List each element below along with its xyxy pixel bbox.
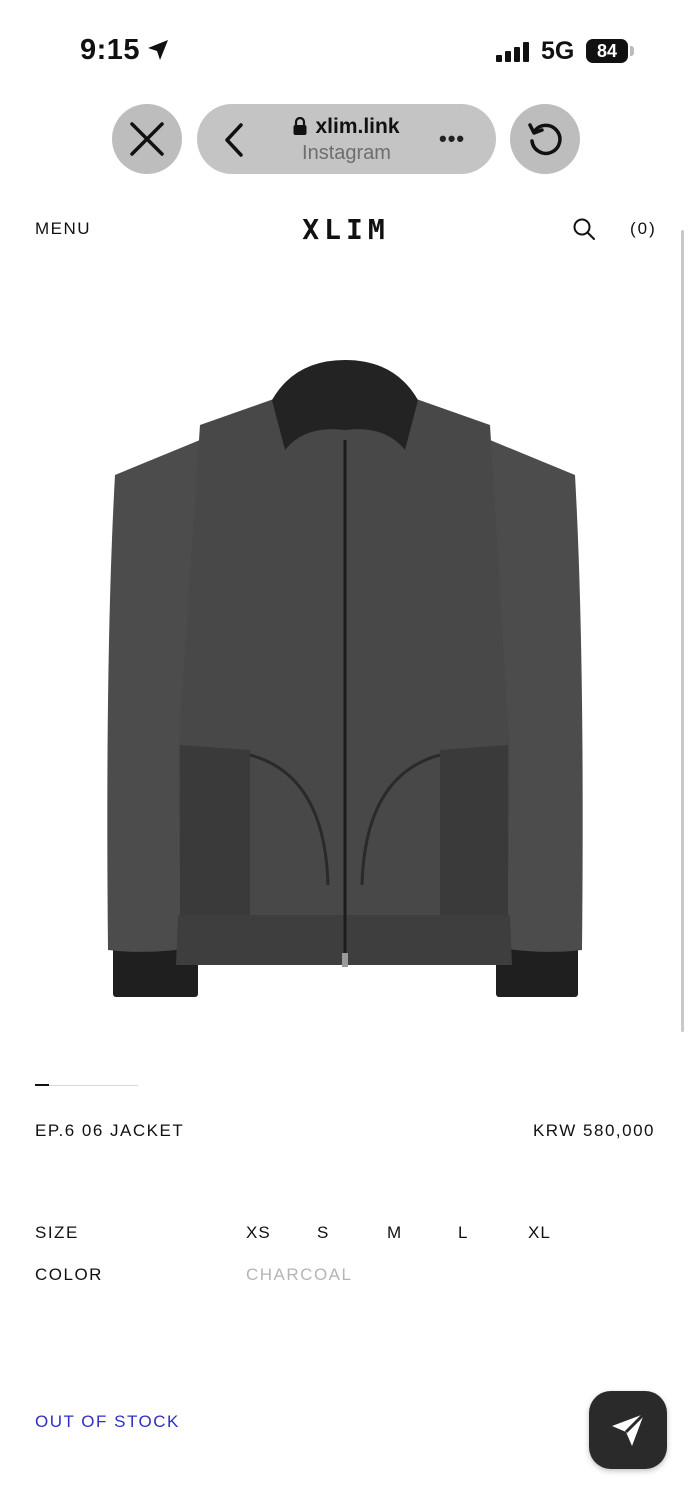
product-image[interactable] <box>100 355 590 1005</box>
status-bar: 9:15 5G 84 <box>0 0 692 100</box>
close-button[interactable] <box>112 104 182 174</box>
product-name: EP.6 06 JACKET <box>35 1121 185 1140</box>
cart-button[interactable]: (0) <box>630 219 657 239</box>
size-option-xl[interactable]: XL <box>528 1223 551 1243</box>
battery-icon: 84 <box>586 39 628 63</box>
signal-icon <box>496 42 529 62</box>
color-label: COLOR <box>35 1265 103 1284</box>
left-knit-panel <box>180 745 250 915</box>
lock-icon <box>293 117 307 135</box>
status-time: 9:15 <box>80 34 141 66</box>
stock-status: OUT OF STOCK <box>35 1412 180 1431</box>
send-button[interactable] <box>589 1391 667 1469</box>
size-option-m[interactable]: M <box>387 1223 402 1243</box>
size-option-xs[interactable]: XS <box>246 1223 271 1243</box>
scrollbar[interactable] <box>681 230 684 1032</box>
product-price: KRW 580,000 <box>532 1121 655 1140</box>
reload-icon <box>528 123 562 156</box>
battery-nub <box>630 46 634 56</box>
network-type: 5G <box>541 37 575 65</box>
right-knit-panel <box>440 745 508 915</box>
size-label: SIZE <box>35 1223 79 1242</box>
search-icon[interactable] <box>572 217 596 241</box>
size-option-s[interactable]: S <box>317 1223 329 1243</box>
more-options-icon[interactable]: ••• <box>439 126 465 152</box>
url-domain: xlim.link <box>315 115 400 138</box>
carousel-active-indicator <box>35 1084 49 1086</box>
reload-button[interactable] <box>510 104 580 174</box>
color-option-charcoal[interactable]: CHARCOAL <box>246 1265 352 1285</box>
location-arrow-icon <box>148 40 168 60</box>
carousel-track <box>35 1085 138 1086</box>
send-icon <box>612 1412 646 1446</box>
close-icon <box>130 122 164 156</box>
url-bar[interactable]: xlim.link Instagram ••• <box>197 104 496 174</box>
size-option-l[interactable]: L <box>458 1223 468 1243</box>
